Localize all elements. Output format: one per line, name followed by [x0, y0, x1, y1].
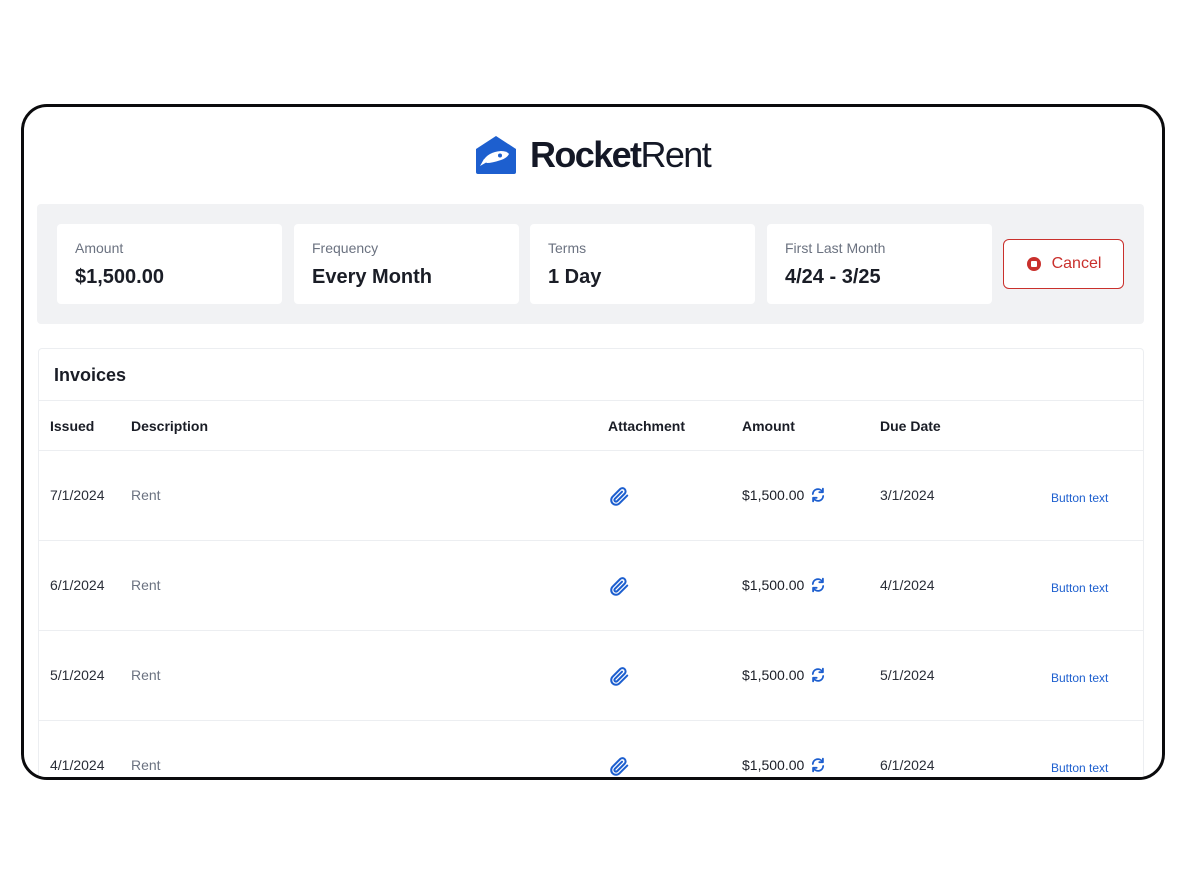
- terms-label: Terms: [548, 240, 587, 256]
- first-last-month-label: First Last Month: [785, 240, 886, 256]
- paperclip-icon[interactable]: [608, 485, 630, 507]
- amount-cell: $1,500.00: [742, 577, 826, 593]
- first-last-month-value: 4/24 - 3/25: [785, 266, 881, 288]
- issued-cell: 5/1/2024: [50, 667, 105, 683]
- description-cell: Rent: [131, 577, 161, 593]
- description-cell: Rent: [131, 667, 161, 683]
- lease-summary-panel: Amount $1,500.00 Frequency Every Month T…: [37, 204, 1144, 324]
- due-date-cell: 3/1/2024: [880, 487, 935, 503]
- frequency-label: Frequency: [312, 240, 379, 256]
- amount-value: $1,500.00: [742, 577, 805, 593]
- due-date-cell: 4/1/2024: [880, 577, 935, 593]
- paperclip-icon[interactable]: [608, 755, 630, 777]
- paperclip-icon[interactable]: [608, 575, 630, 597]
- column-header-attachment: Attachment: [608, 418, 686, 434]
- invoices-table: Invoices Issued Description Attachment A…: [38, 348, 1144, 777]
- issued-cell: 7/1/2024: [50, 487, 105, 503]
- amount-value: $1,500.00: [742, 487, 805, 503]
- issued-cell: 4/1/2024: [50, 757, 105, 773]
- frequency-card: Frequency Every Month: [294, 224, 519, 304]
- stop-circle-icon: [1026, 257, 1041, 271]
- refresh-icon: [812, 757, 825, 773]
- description-cell: Rent: [131, 487, 161, 503]
- amount-cell: $1,500.00: [742, 757, 826, 773]
- column-header-issued: Issued: [50, 418, 95, 434]
- terms-card: Terms 1 Day: [530, 224, 755, 304]
- paperclip-icon[interactable]: [608, 665, 630, 687]
- table-row: 5/1/2024 Rent $1,500.00 5/1/2024 Button …: [39, 631, 1143, 721]
- refresh-icon: [812, 487, 825, 503]
- column-header-amount: Amount: [742, 418, 795, 434]
- brand-name-bold: Rocket: [530, 134, 642, 175]
- due-date-cell: 5/1/2024: [880, 667, 935, 683]
- amount-card: Amount $1,500.00: [57, 224, 282, 304]
- issued-cell: 6/1/2024: [50, 577, 105, 593]
- refresh-icon: [812, 667, 825, 683]
- table-row: 4/1/2024 Rent $1,500.00 6/1/2024 Button …: [39, 721, 1143, 777]
- amount-cell: $1,500.00: [742, 667, 826, 683]
- amount-value: $1,500.00: [742, 667, 805, 683]
- description-cell: Rent: [131, 757, 161, 773]
- invoices-title: Invoices: [54, 365, 127, 385]
- amount-value: $1,500.00: [75, 266, 164, 288]
- brand-logo: RocketRent: [474, 133, 712, 177]
- row-action-button[interactable]: Button text: [1051, 490, 1108, 506]
- first-last-month-card: First Last Month 4/24 - 3/25: [767, 224, 992, 304]
- due-date-cell: 6/1/2024: [880, 757, 935, 773]
- frequency-value: Every Month: [312, 266, 433, 288]
- table-row: 7/1/2024 Rent $1,500.00 3/1/2024 Button …: [39, 451, 1143, 541]
- column-header-due-date: Due Date: [880, 418, 941, 434]
- amount-cell: $1,500.00: [742, 487, 826, 503]
- rocket-house-logo-icon: [476, 136, 516, 174]
- refresh-icon: [812, 577, 825, 593]
- cancel-button[interactable]: Cancel: [1003, 239, 1124, 289]
- row-action-button[interactable]: Button text: [1051, 670, 1108, 686]
- column-header-description: Description: [131, 418, 209, 434]
- table-row: 6/1/2024 Rent $1,500.00 4/1/2024 Button …: [39, 541, 1143, 631]
- app-window: RocketRent Amount $1,500.00 Frequency Ev…: [21, 104, 1165, 780]
- amount-value: $1,500.00: [742, 757, 805, 773]
- table-header-row: Issued Description Attachment Amount Due…: [39, 400, 1143, 451]
- row-action-button[interactable]: Button text: [1051, 760, 1108, 776]
- terms-value: 1 Day: [548, 266, 602, 288]
- amount-label: Amount: [75, 240, 124, 256]
- brand-name-regular: Rent: [640, 134, 711, 175]
- cancel-label: Cancel: [1051, 255, 1102, 272]
- row-action-button[interactable]: Button text: [1051, 580, 1108, 596]
